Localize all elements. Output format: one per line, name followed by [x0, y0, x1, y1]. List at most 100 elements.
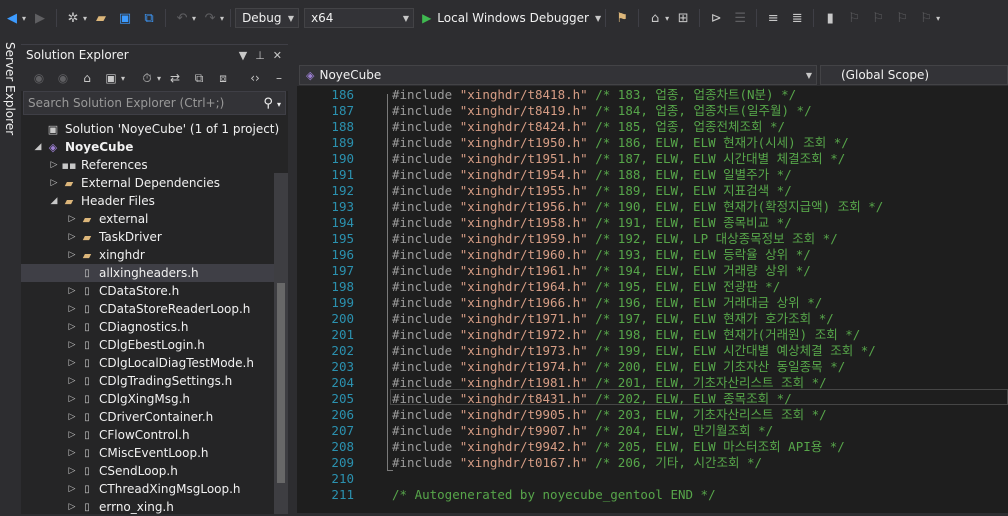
code-line[interactable]: #include "xinghdr/t1960.h" /* 193, ELW, … — [392, 247, 811, 263]
forward-icon[interactable]: ▶ — [29, 7, 51, 29]
sync-with-document-icon[interactable]: ⇄ — [164, 67, 186, 89]
code-editor[interactable]: 186 187 188 189 190 191 192 193 194 195 196 197 198 1… — [297, 86, 1008, 513]
solution-explorer-search[interactable]: Search Solution Explorer (Ctrl+;) ⚲ ▾ — [23, 91, 286, 115]
undo-icon[interactable]: ↶ — [171, 7, 193, 29]
tree-item[interactable]: ▷ ▯ errno_xing.h — [21, 498, 288, 516]
expander-icon[interactable]: ▷ — [66, 412, 78, 422]
pending-changes-filter-icon[interactable]: ⏱ — [136, 67, 158, 89]
code-line[interactable]: #include "xinghdr/t9907.h" /* 204, ELW, … — [392, 423, 773, 439]
expander-icon[interactable]: ▷ — [66, 394, 78, 404]
code-line[interactable]: #include "xinghdr/t8431.h" /* 202, ELW, … — [392, 391, 792, 407]
expander-icon[interactable]: ▷ — [66, 340, 78, 350]
redo-dropdown-icon[interactable]: ▾ — [220, 14, 224, 23]
code-line[interactable]: #include "xinghdr/t1966.h" /* 196, ELW, … — [392, 295, 822, 311]
prev-bookmark-in-folder-icon[interactable]: ⚐ — [891, 7, 913, 29]
expander-icon[interactable]: ▷ — [66, 484, 78, 494]
configuration-select[interactable]: Debug ▼ — [235, 8, 300, 28]
code-line[interactable]: #include "xinghdr/t1956.h" /* 190, ELW, … — [392, 199, 883, 215]
expander-icon[interactable]: ▷ — [66, 286, 78, 296]
uncomment-lines-icon[interactable]: ≣ — [786, 7, 808, 29]
code-line[interactable]: #include "xinghdr/t1951.h" /* 187, ELW, … — [392, 151, 845, 167]
expander-icon[interactable]: ▷ — [66, 448, 78, 458]
code-line[interactable]: /* Autogenerated by noyecube_gentool END… — [392, 487, 716, 503]
solution-explorer-scrollbar[interactable] — [274, 173, 288, 514]
start-debugger-button[interactable]: ▶ Local Windows Debugger ▼ — [422, 11, 601, 25]
forward-icon[interactable]: ◉ — [52, 67, 74, 89]
tree-item[interactable]: ▷ ▯ CSendLoop.h — [21, 462, 288, 480]
tree-item[interactable]: ▷ ▯ CDiagnostics.h — [21, 318, 288, 336]
open-folder-icon[interactable]: ▰ — [90, 7, 112, 29]
code-line[interactable]: #include "xinghdr/t1964.h" /* 195, ELW, … — [392, 279, 780, 295]
attach-process-icon[interactable]: ⚑ — [611, 7, 633, 29]
tree-item[interactable]: ◢ ▰ Header Files — [21, 192, 288, 210]
collapse-all-icon[interactable]: ⧉ — [188, 67, 210, 89]
expander-icon[interactable]: ▷ — [66, 304, 78, 314]
code-line[interactable]: #include "xinghdr/t1973.h" /* 199, ELW, … — [392, 343, 876, 359]
tree-item[interactable]: ▷ ▯ CDlgLocalDiagTestMode.h — [21, 354, 288, 372]
server-explorer-tab[interactable]: Server Explorer — [2, 42, 18, 162]
browser-link-dropdown-icon[interactable]: ▾ — [665, 14, 669, 23]
expander-icon[interactable]: ▷ — [66, 358, 78, 368]
code-line[interactable]: #include "xinghdr/t8418.h" /* 183, 업종, 업… — [392, 87, 796, 103]
code-line[interactable]: #include "xinghdr/t1981.h" /* 201, ELW, … — [392, 375, 827, 391]
switch-views-dropdown-icon[interactable]: ▾ — [121, 74, 125, 83]
expander-icon[interactable]: ◢ — [48, 196, 60, 206]
code-line[interactable]: #include "xinghdr/t1955.h" /* 189, ELW, … — [392, 183, 792, 199]
tree-item[interactable]: ▷ ▪▪ References — [21, 156, 288, 174]
back-icon[interactable]: ◉ — [28, 67, 50, 89]
redo-icon[interactable]: ↷ — [199, 7, 221, 29]
scrollbar-thumb[interactable] — [277, 283, 285, 483]
live-share-icon[interactable]: ⊞ — [672, 7, 694, 29]
code-line[interactable]: #include "xinghdr/t8424.h" /* 185, 업종, 업… — [392, 119, 785, 135]
find-in-files-icon[interactable]: ⊳ — [705, 7, 727, 29]
code-line[interactable]: #include "xinghdr/t1959.h" /* 192, ELW, … — [392, 231, 838, 247]
tree-item[interactable]: ▷ ▯ CDlgTradingSettings.h — [21, 372, 288, 390]
preview-icon[interactable]: ‹› — [244, 67, 266, 89]
back-dropdown-icon[interactable]: ▾ — [22, 14, 26, 23]
code-line[interactable]: #include "xinghdr/t1972.h" /* 198, ELW, … — [392, 327, 860, 343]
expander-icon[interactable]: ▷ — [66, 250, 78, 260]
tree-item[interactable]: ▷ ▯ CMiscEventLoop.h — [21, 444, 288, 462]
show-all-files-icon[interactable]: ⧈ — [212, 67, 234, 89]
prev-bookmark-icon[interactable]: ⚐ — [843, 7, 865, 29]
undo-dropdown-icon[interactable]: ▾ — [192, 14, 196, 23]
tree-item[interactable]: ▷ ▯ CDlgEbestLogin.h — [21, 336, 288, 354]
close-icon[interactable]: ✕ — [273, 49, 282, 62]
expander-icon[interactable]: ▷ — [66, 376, 78, 386]
step-over-icon[interactable]: ☰ — [729, 7, 751, 29]
home-icon[interactable]: ⌂ — [76, 67, 98, 89]
tree-item[interactable]: ▷ ▯ CDlgXingMsg.h — [21, 390, 288, 408]
bookmark-icon[interactable]: ▮ — [819, 7, 841, 29]
save-icon[interactable]: ▣ — [114, 7, 136, 29]
expander-icon[interactable]: ▷ — [66, 430, 78, 440]
code-line[interactable]: #include "xinghdr/t1954.h" /* 188, ELW, … — [392, 167, 792, 183]
code-line[interactable]: #include "xinghdr/t1971.h" /* 197, ELW, … — [392, 311, 834, 327]
expander-icon[interactable]: ▷ — [66, 502, 78, 512]
expander-icon[interactable]: ◢ — [32, 142, 44, 152]
comment-lines-icon[interactable]: ≡ — [762, 7, 784, 29]
next-bookmark-icon[interactable]: ⚐ — [867, 7, 889, 29]
code-line[interactable]: #include "xinghdr/t9942.h" /* 205, ELW, … — [392, 439, 845, 455]
code-line[interactable]: #include "xinghdr/t1958.h" /* 191, ELW, … — [392, 215, 792, 231]
tree-item[interactable]: ▷ ▯ CFlowControl.h — [21, 426, 288, 444]
browser-link-icon[interactable]: ⌂ — [644, 7, 666, 29]
switch-views-icon[interactable]: ▣ — [100, 67, 122, 89]
tree-item[interactable]: ▷ ▯ CDataStore.h — [21, 282, 288, 300]
platform-select[interactable]: x64 ▼ — [304, 8, 415, 28]
expander-icon[interactable]: ▷ — [66, 214, 78, 224]
expander-icon[interactable]: ▷ — [66, 322, 78, 332]
tree-item[interactable]: ▯ allxingheaders.h — [21, 264, 288, 282]
tree-item[interactable]: ▷ ▯ CDataStoreReaderLoop.h — [21, 300, 288, 318]
code-line[interactable]: #include "xinghdr/t8419.h" /* 184, 업종, 업… — [392, 103, 812, 119]
window-menu-icon[interactable]: ▼ — [239, 49, 247, 62]
code-line[interactable]: #include "xinghdr/t1974.h" /* 200, ELW, … — [392, 359, 845, 375]
code-line[interactable]: #include "xinghdr/t0167.h" /* 206, 기타, 시… — [392, 455, 762, 471]
new-project-dropdown-icon[interactable]: ▾ — [83, 14, 87, 23]
tree-item[interactable]: ▷ ▯ CThreadXingMsgLoop.h — [21, 480, 288, 498]
code-line[interactable]: #include "xinghdr/t1950.h" /* 186, ELW, … — [392, 135, 849, 151]
tree-item[interactable]: ▷ ▰ TaskDriver — [21, 228, 288, 246]
tree-item[interactable]: ▷ ▯ CDriverContainer.h — [21, 408, 288, 426]
save-all-icon[interactable]: ⧉ — [138, 7, 160, 29]
project-select[interactable]: ◈ NoyeCube ▼ — [299, 65, 817, 85]
expander-icon[interactable]: ▷ — [66, 466, 78, 476]
